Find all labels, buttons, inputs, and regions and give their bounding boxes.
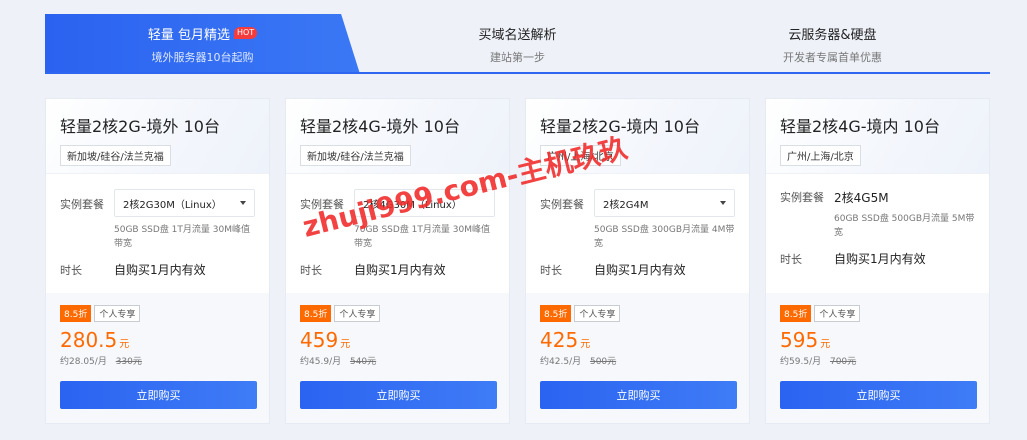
price-value: 425	[540, 328, 579, 352]
price: 280.5 元	[60, 328, 255, 352]
tab-title: 云服务器&硬盘	[788, 27, 877, 43]
duration-value: 自购买1月内有效	[354, 263, 446, 277]
region-tag: 新加坡/硅谷/法兰克福	[300, 145, 411, 166]
plan-value: 2核2G30M（Linux）	[123, 199, 222, 211]
original-price: 540元	[349, 357, 377, 367]
tabs-underline	[45, 72, 990, 74]
chevron-down-icon	[240, 201, 246, 205]
monthly-price: 45.9	[309, 357, 330, 367]
plan-value: 2核4G5M	[834, 191, 889, 205]
plan-spec: 60GB SSD盘 500GB月流量 5M带宽	[834, 214, 975, 238]
plan-select[interactable]: 2核4G30M（Linux）	[354, 189, 495, 217]
card-title: 轻量2核4G-境外 10台	[300, 117, 460, 136]
original-price: 330元	[115, 357, 142, 367]
product-card: 轻量2核2G-境内 10台 广州/上海/北京 实例套餐 2核2G4M 50GB …	[525, 98, 750, 424]
tab-subtitle: 建站第一步	[490, 50, 545, 64]
product-card: 轻量2核4G-境内 10台 广州/上海/北京 实例套餐 2核4G5M 60GB …	[765, 98, 990, 424]
price-unit: 元	[580, 339, 591, 350]
original-price: 500元	[589, 357, 617, 367]
plan-select[interactable]: 2核2G30M（Linux）	[114, 189, 255, 217]
discount-badge: 8.5折	[60, 305, 92, 322]
price: 425 元	[540, 328, 735, 352]
plan-label: 实例套餐	[60, 198, 104, 211]
monthly-suffix: /月	[94, 357, 107, 367]
buy-button[interactable]: 立即购买	[780, 381, 977, 409]
plan-value: 2核2G4M	[603, 199, 649, 211]
duration-label: 时长	[780, 252, 802, 266]
card-title: 轻量2核4G-境内 10台	[780, 117, 940, 136]
chevron-down-icon	[720, 201, 726, 205]
plan-label: 实例套餐	[300, 198, 344, 211]
region-tag: 新加坡/硅谷/法兰克福	[60, 145, 171, 166]
price-value: 459	[300, 328, 339, 352]
plan-spec: 70GB SSD盘 1T月流量 30M峰值带宽	[354, 225, 490, 249]
duration-label: 时长	[60, 263, 82, 277]
monthly-price: 42.5	[549, 357, 570, 367]
price-value: 280.5	[60, 328, 118, 352]
card-title: 轻量2核2G-境内 10台	[540, 117, 700, 136]
discount-badge: 8.5折	[300, 305, 332, 322]
tab-subtitle: 境外服务器10台起购	[151, 50, 254, 64]
price-unit: 元	[340, 339, 351, 350]
tab-title: 买域名送解析	[478, 27, 557, 43]
plan-value: 2核4G30M（Linux）	[363, 199, 462, 211]
monthly-price: 59.5	[789, 357, 810, 367]
monthly-suffix: /月	[569, 357, 582, 367]
personal-badge: 个人专享	[334, 305, 381, 322]
price-value: 595	[780, 328, 819, 352]
original-price: 700元	[829, 357, 857, 367]
monthly-suffix: /月	[329, 357, 342, 367]
product-card: 轻量2核4G-境外 10台 新加坡/硅谷/法兰克福 实例套餐 2核4G30M（L…	[285, 98, 510, 424]
personal-badge: 个人专享	[94, 305, 141, 322]
buy-button[interactable]: 立即购买	[300, 381, 497, 409]
region-tag: 广州/上海/北京	[780, 145, 861, 166]
monthly-prefix: 约	[780, 357, 790, 367]
price-unit: 元	[119, 339, 130, 350]
product-card: 轻量2核2G-境外 10台 新加坡/硅谷/法兰克福 实例套餐 2核2G30M（L…	[45, 98, 270, 424]
price-unit: 元	[820, 339, 831, 350]
tab-subtitle: 开发者专属首单优惠	[783, 50, 882, 64]
tab-domain[interactable]: 买域名送解析 建站第一步	[360, 14, 675, 74]
monthly-prefix: 约	[540, 357, 550, 367]
tab-cloud-server[interactable]: 云服务器&硬盘 开发者专属首单优惠	[675, 14, 990, 74]
product-tabs: 轻量 包月精选 HOT 境外服务器10台起购 买域名送解析 建站第一步 云服务器…	[45, 14, 990, 74]
product-cards: 轻量2核2G-境外 10台 新加坡/硅谷/法兰克福 实例套餐 2核2G30M（L…	[45, 98, 990, 424]
price: 595 元	[780, 328, 975, 352]
discount-badge: 8.5折	[540, 305, 572, 322]
duration-value: 自购买1月内有效	[114, 263, 206, 277]
hot-badge: HOT	[233, 27, 258, 39]
monthly-suffix: /月	[809, 357, 822, 367]
duration-value: 自购买1月内有效	[834, 252, 926, 266]
monthly-prefix: 约	[300, 357, 310, 367]
buy-button[interactable]: 立即购买	[540, 381, 737, 409]
price: 459 元	[300, 328, 495, 352]
discount-badge: 8.5折	[780, 305, 812, 322]
monthly-prefix: 约	[60, 357, 70, 367]
duration-label: 时长	[540, 263, 562, 277]
monthly-price: 28.05	[69, 357, 95, 367]
plan-label: 实例套餐	[780, 191, 824, 204]
personal-badge: 个人专享	[814, 305, 861, 322]
buy-button[interactable]: 立即购买	[60, 381, 257, 409]
duration-label: 时长	[300, 263, 322, 277]
personal-badge: 个人专享	[574, 305, 621, 322]
tab-title: 轻量 包月精选	[147, 27, 230, 43]
plan-spec: 50GB SSD盘 300GB月流量 4M带宽	[594, 225, 735, 249]
tab-lightweight-monthly[interactable]: 轻量 包月精选 HOT 境外服务器10台起购	[45, 14, 360, 74]
plan-select[interactable]: 2核2G4M	[594, 189, 735, 217]
duration-value: 自购买1月内有效	[594, 263, 686, 277]
region-tag: 广州/上海/北京	[540, 145, 621, 166]
plan-spec: 50GB SSD盘 1T月流量 30M峰值带宽	[114, 225, 250, 249]
plan-label: 实例套餐	[540, 198, 584, 211]
card-title: 轻量2核2G-境外 10台	[60, 117, 220, 136]
